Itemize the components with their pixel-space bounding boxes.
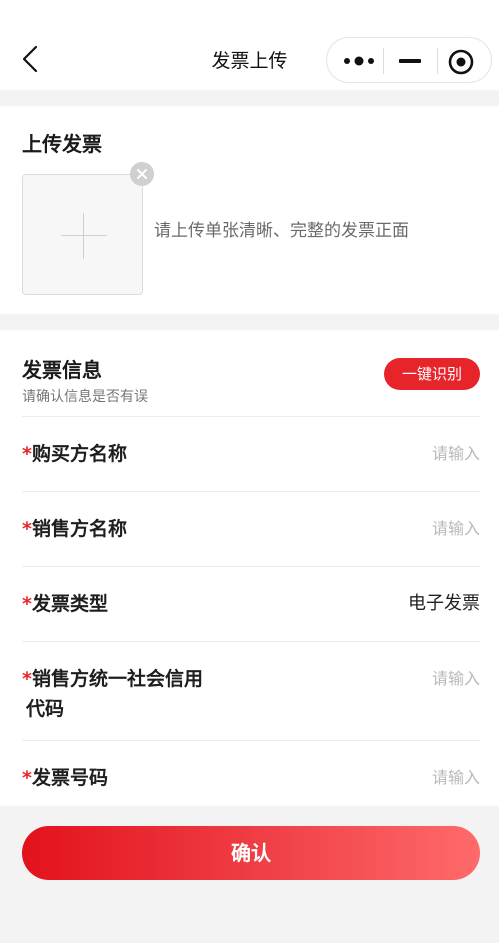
more-icon[interactable]: [341, 52, 377, 70]
field-label: *销售方名称: [22, 514, 127, 544]
field-row-buyer[interactable]: *购买方名称 请输入: [22, 416, 480, 491]
field-label-text: 发票号码: [31, 767, 108, 789]
field-row-seller[interactable]: *销售方名称 请输入: [22, 491, 480, 566]
field-label-text: 销售方名称: [31, 518, 127, 540]
field-row-invoice-number[interactable]: *发票号码 请输入: [22, 740, 480, 806]
capsule-divider: [383, 48, 384, 74]
required-mark: *: [22, 668, 32, 690]
ocr-button[interactable]: 一键识别: [384, 358, 480, 390]
invoice-number-input[interactable]: 请输入: [432, 763, 480, 793]
invoice-info-section: 发票信息 请确认信息是否有误 一键识别 *购买方名称 请输入 *销售方名称 请输…: [0, 330, 499, 806]
upload-box[interactable]: [22, 174, 143, 295]
upload-hint: 请上传单张清晰、完整的发票正面: [154, 221, 409, 241]
required-mark: *: [22, 443, 32, 465]
seller-name-input[interactable]: 请输入: [432, 514, 480, 544]
required-mark: *: [22, 518, 32, 540]
required-mark: *: [22, 767, 32, 789]
field-label: *发票号码: [22, 763, 108, 793]
field-label-text: 购买方名称: [31, 443, 127, 465]
upload-title: 上传发票: [22, 132, 102, 156]
field-row-invoice-type[interactable]: *发票类型 电子发票: [22, 566, 480, 641]
plus-icon: [61, 235, 107, 236]
mini-program-capsule: [326, 37, 492, 83]
nav-bar: 发票上传: [0, 0, 499, 90]
field-label: *购买方名称: [22, 439, 127, 469]
invoice-type-value[interactable]: 电子发票: [408, 589, 480, 619]
info-subtitle: 请确认信息是否有误: [22, 389, 148, 405]
field-label-text: 发票类型: [31, 593, 108, 615]
field-label-text-line2: 代码: [26, 698, 65, 720]
remove-icon[interactable]: [130, 162, 154, 186]
plus-icon: [83, 213, 84, 259]
field-label-text: 销售方统一社会信用: [31, 668, 203, 690]
field-label: *发票类型: [22, 589, 108, 619]
buyer-name-input[interactable]: 请输入: [432, 439, 480, 469]
minimize-icon[interactable]: [397, 51, 423, 71]
upload-section: 上传发票 请上传单张清晰、完整的发票正面: [0, 106, 499, 314]
info-title: 发票信息: [22, 358, 102, 382]
required-mark: *: [22, 593, 32, 615]
confirm-button[interactable]: 确认: [22, 826, 480, 880]
field-label: *销售方统一社会信用: [22, 664, 203, 694]
field-row-seller-credit-code[interactable]: *销售方统一社会信用 代码 请输入: [22, 641, 480, 740]
capsule-divider: [437, 48, 438, 74]
seller-credit-code-input[interactable]: 请输入: [432, 664, 480, 694]
close-target-icon[interactable]: [447, 48, 475, 76]
